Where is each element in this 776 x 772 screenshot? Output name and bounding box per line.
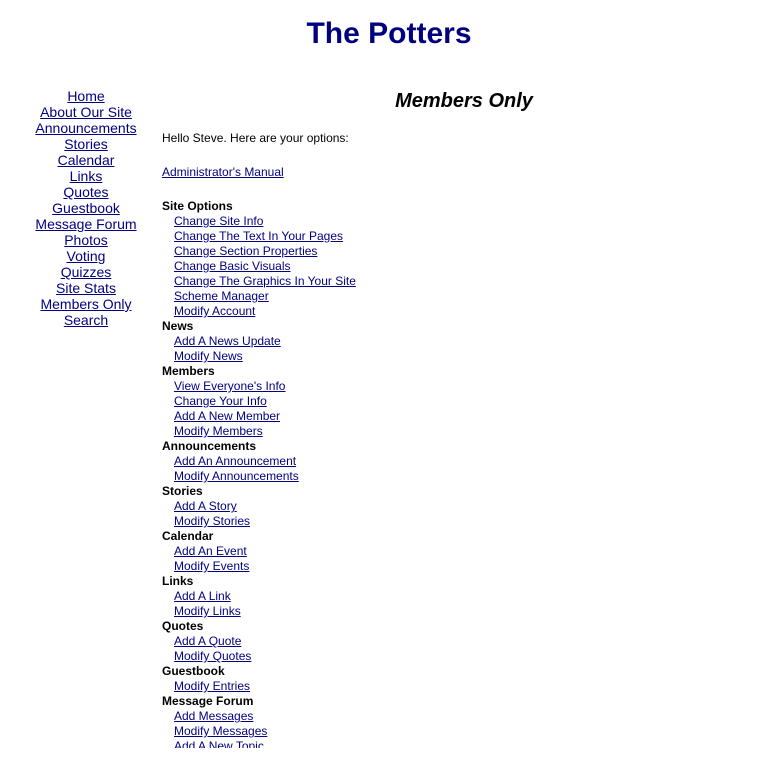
option-link-add-a-quote[interactable]: Add A Quote xyxy=(174,634,722,649)
option-link-modify-announcements[interactable]: Modify Announcements xyxy=(174,469,722,484)
nav-link-about-our-site[interactable]: About Our Site xyxy=(0,104,172,120)
nav-link-quotes[interactable]: Quotes xyxy=(0,184,172,200)
nav-link-voting[interactable]: Voting xyxy=(0,248,172,264)
section-heading-message-forum: Message Forum xyxy=(162,694,254,708)
option-link-modify-events[interactable]: Modify Events xyxy=(174,559,722,574)
option-link-change-section-properties[interactable]: Change Section Properties xyxy=(174,244,722,259)
section-heading-news: News xyxy=(162,319,194,333)
section-heading-quotes: Quotes xyxy=(162,619,204,633)
nav-link-quizzes[interactable]: Quizzes xyxy=(0,264,172,280)
nav-link-announcements[interactable]: Announcements xyxy=(0,120,172,136)
nav-link-guestbook[interactable]: Guestbook xyxy=(0,200,172,216)
nav-link-stories[interactable]: Stories xyxy=(0,136,172,152)
option-link-add-a-story[interactable]: Add A Story xyxy=(174,499,722,514)
nav-link-calendar[interactable]: Calendar xyxy=(0,152,172,168)
section-heading-links: Links xyxy=(162,574,194,588)
option-link-add-a-new-member[interactable]: Add A New Member xyxy=(174,409,722,424)
option-link-change-basic-visuals[interactable]: Change Basic Visuals xyxy=(174,259,722,274)
greeting-text: Hello Steve. Here are your options: xyxy=(162,131,349,145)
option-link-modify-entries[interactable]: Modify Entries xyxy=(174,679,722,694)
section-heading-stories: Stories xyxy=(162,484,203,498)
option-link-change-the-graphics-in-your-site[interactable]: Change The Graphics In Your Site xyxy=(174,274,722,289)
option-link-modify-members[interactable]: Modify Members xyxy=(174,424,722,439)
option-link-add-an-event[interactable]: Add An Event xyxy=(174,544,722,559)
section-heading-calendar: Calendar xyxy=(162,529,214,543)
section-heading-members: Members xyxy=(162,364,215,378)
option-link-modify-quotes[interactable]: Modify Quotes xyxy=(174,649,722,664)
page-title: Members Only xyxy=(395,90,533,112)
option-link-add-messages[interactable]: Add Messages xyxy=(174,709,722,724)
option-link-add-a-link[interactable]: Add A Link xyxy=(174,589,722,604)
section-heading-site-options: Site Options xyxy=(162,199,233,213)
option-link-change-your-info[interactable]: Change Your Info xyxy=(174,394,722,409)
option-link-change-the-text-in-your-pages[interactable]: Change The Text In Your Pages xyxy=(174,229,722,244)
nav-link-photos[interactable]: Photos xyxy=(0,232,172,248)
option-link-scheme-manager[interactable]: Scheme Manager xyxy=(174,289,722,304)
option-link-modify-stories[interactable]: Modify Stories xyxy=(174,514,722,529)
nav-link-members-only[interactable]: Members Only xyxy=(0,296,172,312)
nav-link-site-stats[interactable]: Site Stats xyxy=(0,280,172,296)
option-link-modify-links[interactable]: Modify Links xyxy=(174,604,722,619)
administrators-manual-link[interactable]: Administrator's Manual xyxy=(162,165,284,180)
site-title: The Potters xyxy=(306,17,472,50)
option-link-change-site-info[interactable]: Change Site Info xyxy=(174,214,722,229)
option-link-add-an-announcement[interactable]: Add An Announcement xyxy=(174,454,722,469)
section-heading-guestbook: Guestbook xyxy=(162,664,225,678)
option-link-modify-messages[interactable]: Modify Messages xyxy=(174,724,722,739)
option-link-add-a-news-update[interactable]: Add A News Update xyxy=(174,334,722,349)
option-link-view-everyone-s-info[interactable]: View Everyone's Info xyxy=(174,379,722,394)
nav-link-links[interactable]: Links xyxy=(0,168,172,184)
option-link-modify-account[interactable]: Modify Account xyxy=(174,304,722,319)
member-options-list: Site Options Change Site Info Change The T… xyxy=(162,199,722,748)
left-nav: Home About Our Site Announcements Storie… xyxy=(0,88,172,328)
option-link-add-a-new-topic[interactable]: Add A New Topic xyxy=(174,739,722,748)
nav-link-message-forum[interactable]: Message Forum xyxy=(0,216,172,232)
nav-link-search[interactable]: Search xyxy=(0,312,172,328)
section-heading-announcements: Announcements xyxy=(162,439,257,453)
nav-link-home[interactable]: Home xyxy=(0,88,172,104)
option-link-modify-news[interactable]: Modify News xyxy=(174,349,722,364)
